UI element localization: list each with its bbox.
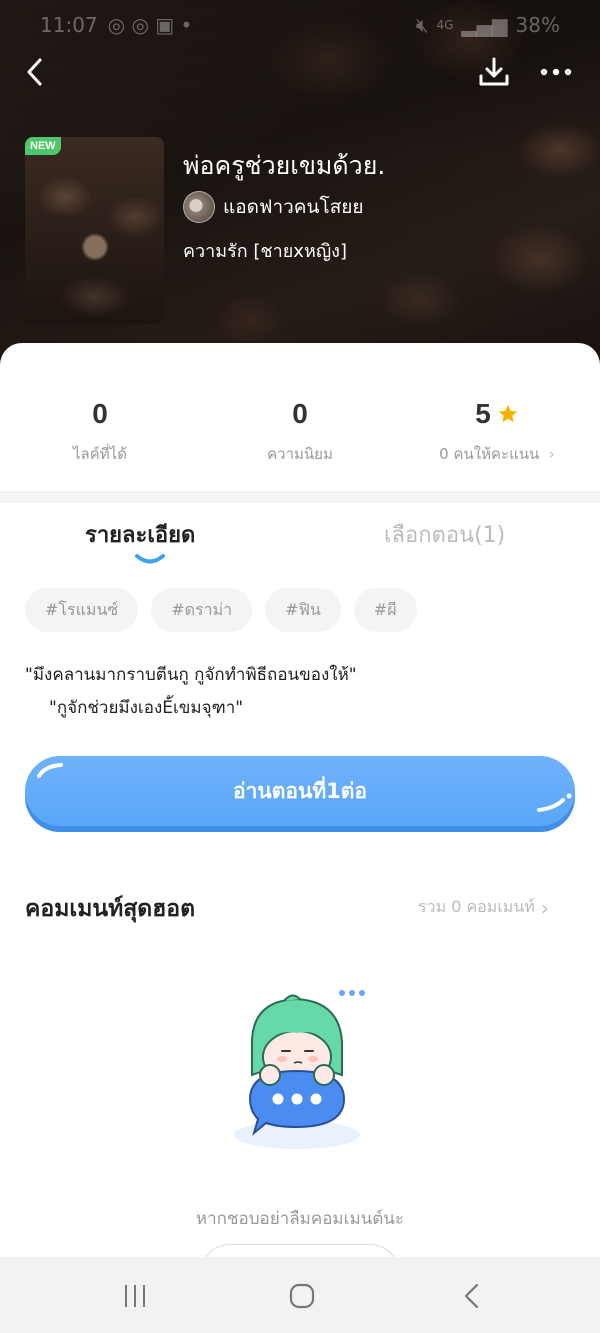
likes-label: ไลค์ที่ได้ bbox=[73, 445, 127, 463]
chevron-right-icon: › bbox=[544, 445, 555, 463]
empty-comments-text: หากชอบอย่าลืมคอมเมนต์นะ bbox=[195, 1209, 405, 1229]
chevron-right-icon: › bbox=[540, 895, 549, 920]
download-icon bbox=[479, 57, 509, 86]
more-horizontal-icon bbox=[540, 68, 572, 76]
rating-value: 5 bbox=[475, 398, 491, 429]
battery-text: 38% bbox=[515, 13, 560, 37]
stat-likes: 0 ไลค์ที่ได้ bbox=[0, 398, 200, 466]
synopsis: "มึงคลานมากราบตีนกู กูจักทำพิธีถอนของให้… bbox=[25, 659, 575, 725]
back-button[interactable] bbox=[22, 54, 50, 90]
comment-total: รวม 0 คอมเมนท์ bbox=[418, 897, 535, 916]
comment-total-link[interactable]: รวม 0 คอมเมนท์ › bbox=[418, 895, 549, 920]
book-cover[interactable]: NEW bbox=[25, 137, 164, 324]
status-bar: 11:07 ◎ ◎ ▣ • 🔇︎ 4G ▂▄▆ 38% bbox=[0, 0, 600, 50]
system-nav-bar bbox=[0, 1257, 600, 1333]
hot-comments-title: คอมเมนท์สุดฮอต bbox=[25, 896, 196, 922]
download-button[interactable] bbox=[476, 54, 512, 90]
tab-indicator bbox=[135, 554, 165, 564]
top-actions bbox=[0, 50, 600, 94]
tag-ghost[interactable]: #ผี bbox=[353, 588, 417, 632]
new-badge: NEW bbox=[25, 137, 61, 155]
synopsis-line: "กูจักช่วยมึงเองÈ้เขมจุฑา" bbox=[49, 698, 244, 718]
author-name: แอดฟาวคนโสยย bbox=[223, 196, 364, 218]
stat-rating[interactable]: 5 0 คนให้คะแนน › bbox=[397, 398, 597, 466]
content-card: 0 ไลค์ที่ได้ 0 ความนิยม 5 0 คนให้คะแนน ›… bbox=[0, 343, 600, 1333]
tag-romance[interactable]: #โรแมนซ์ bbox=[25, 588, 139, 632]
rating-label-row: 0 คนให้คะแนน › bbox=[397, 442, 597, 466]
rating-value-row: 5 bbox=[397, 398, 597, 430]
tag-list: #โรแมนซ์ #ดราม่า #ฟิน #ผี bbox=[25, 588, 417, 632]
star-icon bbox=[498, 404, 517, 423]
tab-detail[interactable]: รายละเอียด bbox=[85, 517, 195, 552]
nav-back-icon[interactable] bbox=[462, 1283, 482, 1309]
popularity-label: ความนิยม bbox=[267, 445, 333, 463]
more-button[interactable] bbox=[536, 54, 576, 90]
status-time: 11:07 bbox=[40, 13, 98, 37]
notification-icons: ◎ ◎ ▣ • bbox=[107, 13, 193, 37]
empty-comments-mascot-icon bbox=[234, 990, 365, 1149]
mute-icon: 🔇︎ bbox=[415, 13, 429, 37]
tab-episodes[interactable]: เลือกตอน(1) bbox=[384, 517, 505, 552]
stats-row: 0 ไลค์ที่ได้ 0 ความนิยม 5 0 คนให้คะแนน › bbox=[0, 343, 600, 491]
stat-popularity: 0 ความนิยม bbox=[200, 398, 400, 466]
section-divider bbox=[0, 491, 600, 503]
author-row[interactable]: แอดฟาวคนโสยย bbox=[183, 191, 364, 223]
tag-fin[interactable]: #ฟิน bbox=[265, 588, 341, 632]
tab-bar: รายละเอียด เลือกตอน(1) bbox=[0, 503, 600, 573]
read-episode-button[interactable]: อ่านตอนที่1ต่อ bbox=[25, 756, 575, 832]
book-title: พ่อครูช่วยเขมด้วย. bbox=[183, 151, 386, 180]
tag-drama[interactable]: #ดราม่า bbox=[151, 588, 253, 632]
likes-value: 0 bbox=[92, 398, 108, 429]
home-icon[interactable] bbox=[288, 1283, 316, 1309]
book-genre: ความรัก [ชายxหญิง] bbox=[183, 241, 347, 262]
synopsis-line: "มึงคลานมากราบตีนกู กูจักทำพิธีถอนของให้… bbox=[25, 665, 357, 685]
chevron-left-icon bbox=[27, 58, 42, 86]
rating-label: 0 คนให้คะแนน bbox=[439, 445, 540, 463]
recent-apps-icon[interactable] bbox=[122, 1283, 148, 1309]
read-button-label: อ่านตอนที่1ต่อ bbox=[232, 778, 368, 803]
author-avatar bbox=[183, 191, 215, 223]
popularity-value: 0 bbox=[292, 398, 308, 429]
signal-icon: ▂▄▆ bbox=[461, 13, 508, 37]
network-label: 4G bbox=[436, 18, 454, 32]
